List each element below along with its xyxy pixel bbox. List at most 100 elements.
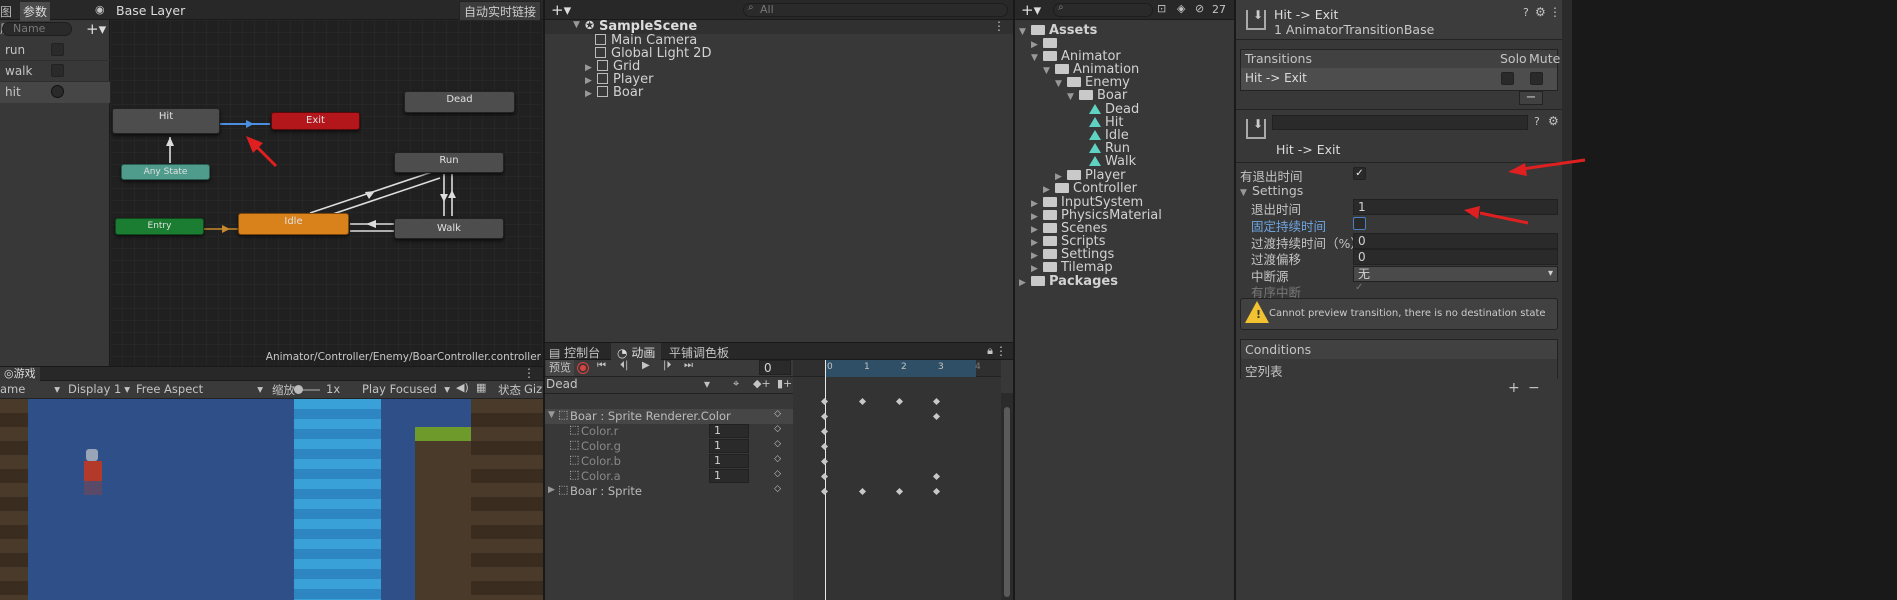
add-parameter-button[interactable]: +▾ [86,20,106,38]
hierarchy-search-input[interactable]: ⌕ All [743,2,1008,17]
keyframe[interactable] [820,487,829,496]
keyframe[interactable] [932,472,941,481]
param-bool-checkbox[interactable] [51,64,64,77]
add-keyframe-icon[interactable]: ◆+ [753,377,771,390]
playhead[interactable] [825,360,826,600]
track-row[interactable]: ⬚ Color.r 1 ◇ [545,423,793,439]
add-event-icon[interactable]: ▮+ [777,377,792,390]
remove-transition-button[interactable]: − [1519,91,1543,105]
settings-icon[interactable]: ⚙ [1548,114,1559,128]
fixed-duration-checkbox[interactable] [1353,217,1366,230]
keyframe-diamond-icon[interactable]: ◇ [774,469,781,479]
keyframe[interactable] [820,457,829,466]
hierarchy-item-boar[interactable]: ▶ Boar [585,85,643,101]
gizmos-button[interactable]: Gizr [524,382,543,396]
transition-row[interactable]: Hit -> Exit [1241,68,1557,90]
keyframe[interactable] [820,412,829,421]
state-node-exit[interactable]: Exit [271,112,360,130]
keyframe-diamond-icon[interactable]: ◇ [774,439,781,449]
game-view[interactable] [0,399,543,600]
frame-input[interactable]: 0 [759,360,791,375]
track-value-field[interactable]: 1 [709,454,749,468]
scene-menu-icon[interactable]: ⋮ [993,19,1005,33]
settings-foldout[interactable]: ▼ Settings [1240,183,1303,198]
transition-offset-field[interactable]: 0 [1353,249,1558,265]
keyframe[interactable] [820,442,829,451]
tab-game[interactable]: ◎游戏 [0,367,40,381]
aspect-dropdown[interactable]: Free Aspect ▾ [136,382,263,396]
search-by-label-icon[interactable]: ◈ [1177,2,1185,15]
keyframe[interactable] [858,487,867,496]
inspector-scrollbar[interactable] [1562,0,1572,600]
grid-icon[interactable]: ▦ [476,381,486,394]
keyframe-diamond-icon[interactable]: ◇ [774,484,781,494]
solo-checkbox[interactable] [1501,72,1514,85]
transition-duration-field[interactable]: 0 [1353,233,1558,249]
keyframe[interactable] [820,427,829,436]
mode-dropdown[interactable]: ame ▾ [0,382,62,396]
keyframe[interactable] [895,487,904,496]
tab-console[interactable]: ▤ 控制台 [549,344,600,361]
scene-row[interactable]: ▼ ✪ SampleScene ⋮ [545,19,1013,34]
keyframe-filter-icon[interactable]: ⌖ [733,377,739,391]
has-exit-time-checkbox[interactable]: ✓ [1353,167,1366,180]
breadcrumb[interactable]: Base Layer [116,3,199,18]
param-row-walk[interactable]: walk [0,61,110,82]
play-icon[interactable]: ▶ [642,360,650,371]
eye-icon[interactable]: ◉ [95,3,105,16]
tab-parameters[interactable]: 参数 [20,2,51,21]
track-value-field[interactable]: 1 [709,439,749,453]
track-row[interactable]: ⬚ Color.a 1 ◇ [545,468,793,484]
first-frame-icon[interactable]: ⏮ [597,360,606,371]
state-node-any-state[interactable]: Any State [121,164,210,180]
interruption-source-dropdown[interactable]: 无 ▾ [1353,266,1558,282]
keyframe[interactable] [895,397,904,406]
preview-button[interactable]: 预览 [546,360,574,376]
track-row[interactable]: ⬚ Color.g 1 ◇ [545,438,793,454]
state-node-walk[interactable]: Walk [394,218,504,239]
record-button[interactable] [577,362,589,374]
more-options-icon[interactable]: ⋮ [995,344,1007,358]
track-value-field[interactable]: 1 [709,424,749,438]
timeline-scrollbar[interactable] [1001,393,1013,600]
last-frame-icon[interactable]: ⏭ [684,360,693,371]
prev-frame-icon[interactable]: ⏴| [620,360,628,371]
track-value-field[interactable]: 1 [709,469,749,483]
state-node-idle[interactable]: Idle [238,213,349,235]
mute-checkbox[interactable] [1530,72,1543,85]
display-dropdown[interactable]: Display 1 ▾ [68,382,130,396]
keyframe-diamond-icon[interactable]: ◇ [774,424,781,434]
hidden-packages-icon[interactable]: ⊘ [1195,2,1204,15]
speaker-icon[interactable]: ◀) [456,381,469,394]
param-trigger-radio[interactable] [51,85,64,98]
param-row-run[interactable]: run [0,40,110,61]
settings-icon[interactable]: ⚙ [1535,5,1546,19]
more-options-icon[interactable]: ⋮ [523,367,535,380]
scale-slider[interactable] [294,385,320,394]
state-node-hit[interactable]: Hit [112,108,220,134]
state-node-entry[interactable]: Entry [115,218,204,235]
create-asset-button[interactable]: +▾ [1021,1,1041,19]
next-frame-icon[interactable]: |⏵ [663,360,671,371]
add-condition-button[interactable]: + [1508,380,1520,396]
keyframe[interactable] [820,472,829,481]
live-link-button[interactable]: 自动实时链接 [458,1,541,22]
track-row[interactable]: ▶ ⬚ Boar : Sprite ◇ [545,483,793,499]
project-folder-packages[interactable]: ▶ Packages [1019,274,1118,290]
track-row[interactable]: ⬚ Color.b 1 ◇ [545,453,793,469]
tab-animation[interactable]: ◔ 动画 [611,343,662,360]
search-by-type-icon[interactable]: ⊡ [1157,2,1166,15]
lock-icon[interactable]: 🔒︎ [987,344,993,358]
add-object-button[interactable]: +▾ [551,1,571,19]
keyframe[interactable] [820,397,829,406]
state-node-run[interactable]: Run [394,152,504,173]
project-search-input[interactable]: ⌕ [1053,2,1153,17]
keyframe-diamond-icon[interactable]: ◇ [774,454,781,464]
keyframe[interactable] [932,487,941,496]
track-row[interactable]: ▼ ⬚ Boar : Sprite Renderer.Color ◇ [545,408,793,424]
play-focused-dropdown[interactable]: Play Focused ▾ [362,382,450,396]
timeline[interactable]: 0 1 2 3 4 [793,360,1001,600]
more-options-icon[interactable]: ⋮ [1549,5,1561,19]
parameter-search-input[interactable]: Name [2,22,72,36]
help-icon[interactable]: ? [1534,115,1540,128]
